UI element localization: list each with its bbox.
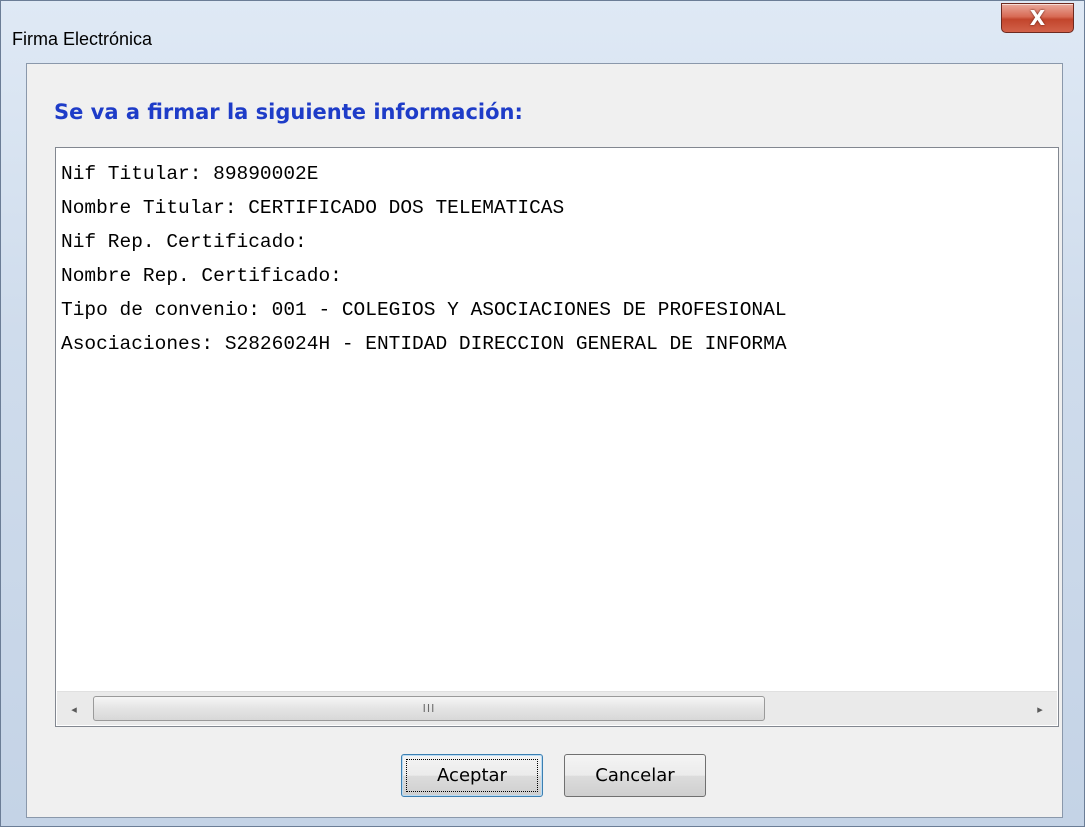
dialog-window: Firma Electrónica X Se va a firmar la si… bbox=[0, 0, 1085, 827]
cancel-button[interactable]: Cancelar bbox=[564, 754, 706, 797]
info-line-tipo-convenio: Tipo de convenio: 001 - COLEGIOS Y ASOCI… bbox=[61, 299, 787, 321]
info-lines: Nif Titular: 89890002E Nombre Titular: C… bbox=[61, 157, 1058, 361]
info-line-asociaciones: Asociaciones: S2826024H - ENTIDAD DIRECC… bbox=[61, 333, 787, 355]
cancel-button-label: Cancelar bbox=[595, 765, 675, 786]
window-title: Firma Electrónica bbox=[12, 29, 153, 49]
focus-rectangle bbox=[406, 759, 538, 792]
accept-button[interactable]: Aceptar bbox=[401, 754, 543, 797]
title-bar[interactable]: Firma Electrónica X bbox=[1, 1, 1084, 63]
close-button[interactable]: X bbox=[1001, 3, 1074, 33]
sign-info-textarea[interactable]: Nif Titular: 89890002E Nombre Titular: C… bbox=[55, 147, 1059, 727]
dialog-body: Se va a firmar la siguiente información:… bbox=[26, 63, 1063, 818]
info-line-nombre-rep: Nombre Rep. Certificado: bbox=[61, 265, 342, 287]
info-line-nombre-titular: Nombre Titular: CERTIFICADO DOS TELEMATI… bbox=[61, 197, 565, 219]
arrow-left-icon[interactable]: ◂ bbox=[57, 692, 91, 726]
horizontal-scrollbar[interactable]: ◂ III ▸ bbox=[57, 691, 1057, 725]
info-line-nif-rep: Nif Rep. Certificado: bbox=[61, 231, 307, 253]
scrollbar-thumb[interactable]: III bbox=[93, 696, 765, 721]
arrow-right-icon[interactable]: ▸ bbox=[1023, 692, 1057, 726]
grip-icon: III bbox=[422, 702, 436, 715]
info-line-nif-titular: Nif Titular: 89890002E bbox=[61, 163, 319, 185]
dialog-heading: Se va a firmar la siguiente información: bbox=[54, 100, 523, 124]
close-icon: X bbox=[1029, 6, 1046, 30]
